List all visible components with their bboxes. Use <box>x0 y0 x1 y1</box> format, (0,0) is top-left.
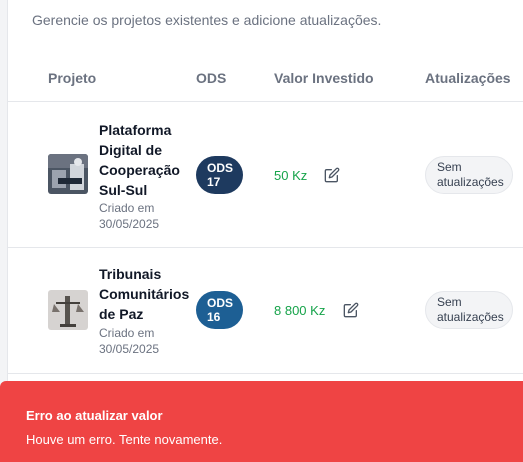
project-created-date: Criado em 30/05/2025 <box>99 326 160 356</box>
page-subtitle: Gerencie os projetos existentes e adicio… <box>32 12 382 28</box>
column-header-projeto: Projeto <box>48 70 97 86</box>
project-thumbnail <box>48 290 88 330</box>
updates-badge: Sem atualizações <box>425 291 513 329</box>
toast-title: Erro ao atualizar valor <box>26 408 163 423</box>
table-row: Plataforma Digital de Cooperação Sul-Sul… <box>8 103 523 248</box>
invested-value: 8 800 Kz <box>274 303 326 318</box>
edit-icon[interactable] <box>343 302 359 318</box>
error-toast[interactable]: Erro ao atualizar valor Houve um erro. T… <box>0 381 523 462</box>
toast-message: Houve um erro. Tente novamente. <box>26 432 223 447</box>
column-header-atualizacoes: Atualizações <box>425 70 511 86</box>
ods-badge: ODS 16 <box>196 291 243 329</box>
column-header-ods: ODS <box>196 70 227 86</box>
updates-badge: Sem atualizações <box>425 156 513 194</box>
ods-badge: ODS 17 <box>196 156 243 194</box>
project-name[interactable]: Tribunais Comunitários de Paz <box>99 264 195 324</box>
edit-icon[interactable] <box>324 167 340 183</box>
invested-value: 50 Kz <box>274 168 308 183</box>
column-header-valor: Valor Investido <box>274 70 374 86</box>
project-created-date: Criado em 30/05/2025 <box>99 201 160 231</box>
project-name[interactable]: Plataforma Digital de Cooperação Sul-Sul <box>99 120 195 200</box>
table-row: Tribunais Comunitários de Paz Criado em … <box>8 248 523 374</box>
table-header: Projeto ODS Valor Investido Atualizações <box>8 56 523 102</box>
project-thumbnail <box>48 154 88 194</box>
